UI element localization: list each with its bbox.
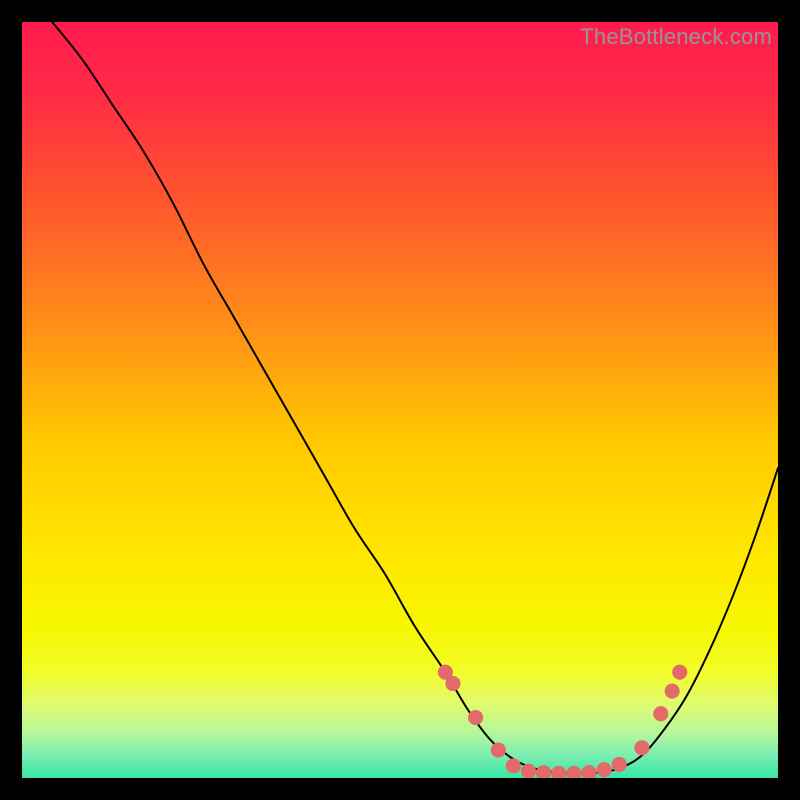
highlight-dot (672, 665, 687, 680)
highlight-dot (468, 710, 483, 725)
highlight-dot (491, 742, 506, 757)
chart-frame: TheBottleneck.com (22, 22, 778, 778)
chart-background (22, 22, 778, 778)
highlight-dot (665, 684, 680, 699)
watermark-text: TheBottleneck.com (580, 24, 772, 50)
highlight-dot (445, 676, 460, 691)
highlight-dot (597, 762, 612, 777)
highlight-dot (634, 740, 649, 755)
highlight-dot (612, 757, 627, 772)
chart-svg (22, 22, 778, 778)
highlight-dot (506, 758, 521, 773)
highlight-dot (653, 706, 668, 721)
